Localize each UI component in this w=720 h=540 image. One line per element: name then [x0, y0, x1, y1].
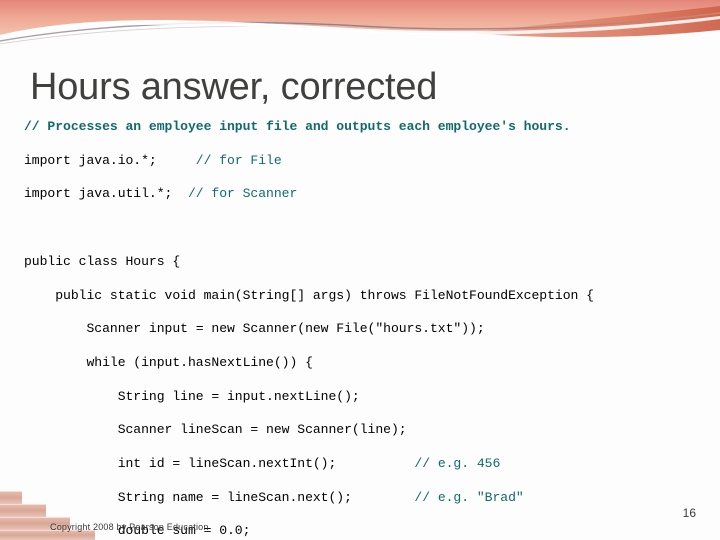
code-token: String line = input.nextLine(); — [24, 388, 360, 404]
code-line: String name = lineScan.next(); // e.g. "… — [24, 490, 714, 507]
decorative-block-1 — [0, 491, 22, 504]
code-line: public class Hours { — [24, 254, 714, 271]
code-comment: // Processes an employee input file and … — [24, 119, 571, 135]
code-token: Scanner input = new Scanner(new File("ho… — [24, 321, 485, 337]
code-token: int id = lineScan.nextInt(); — [24, 455, 415, 471]
banner-wave-graphic — [0, 0, 720, 45]
code-token: public static void main(String[] args) t… — [24, 287, 594, 303]
code-line: String line = input.nextLine(); — [24, 389, 714, 406]
code-line: int id = lineScan.nextInt(); // e.g. 456 — [24, 456, 714, 473]
copyright-notice: Copyright 2008 by Pearson Education — [50, 522, 209, 532]
code-comment: // e.g. "Brad" — [414, 489, 524, 505]
code-line: Scanner lineScan = new Scanner(line); — [24, 422, 714, 439]
code-line: Scanner input = new Scanner(new File("ho… — [24, 321, 714, 338]
slide-canvas: Hours answer, corrected // Processes an … — [0, 0, 720, 540]
code-token: import java.util.*; — [24, 186, 188, 202]
code-token: import java.io.*; — [24, 152, 196, 168]
code-line: import java.util.*; // for Scanner — [24, 186, 714, 203]
code-token: Scanner lineScan = new Scanner(line); — [24, 422, 407, 438]
code-line: public static void main(String[] args) t… — [24, 288, 714, 305]
code-comment: // for Scanner — [187, 186, 298, 202]
code-comment: // for File — [195, 152, 282, 168]
code-line: while (input.hasNextLine()) { — [24, 355, 714, 372]
header-banner-decoration — [0, 0, 720, 46]
code-comment: // e.g. 456 — [414, 455, 501, 471]
code-listing: // Processes an employee input file and … — [24, 119, 714, 540]
page-title: Hours answer, corrected — [30, 66, 438, 109]
code-line: // Processes an employee input file and … — [24, 119, 714, 136]
decorative-block-2 — [0, 504, 46, 517]
code-token: public class Hours { — [24, 253, 181, 269]
code-line: import java.io.*; // for File — [24, 153, 714, 170]
slide-page-number: 16 — [682, 506, 696, 520]
code-token: while (input.hasNextLine()) { — [24, 354, 313, 370]
